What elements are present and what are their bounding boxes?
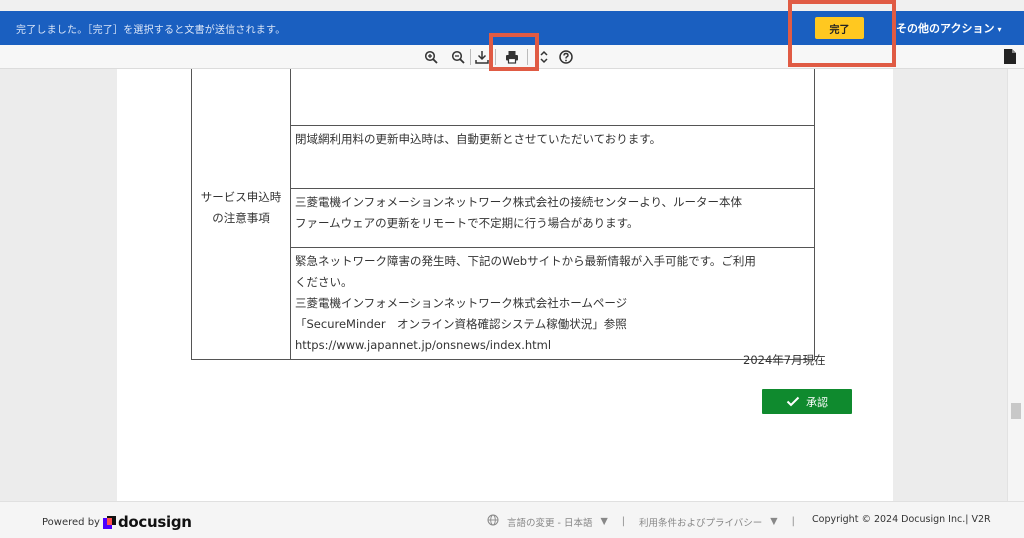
help-icon[interactable] (558, 49, 574, 65)
footer-separator: | (791, 516, 795, 527)
approve-label: 承認 (806, 395, 828, 409)
cell-text: 緊急ネットワーク障害の発生時、下記のWebサイトから最新情報が入手可能です。ご利… (295, 254, 756, 268)
cell-text: ファームウェアの更新をリモートで不定期に行う場合があります。 (295, 216, 639, 230)
table-cell: 三菱電機インフォメーションネットワーク株式会社の接続センターより、ルーター本体 … (290, 188, 815, 248)
cell-text: 三菱電機インフォメーションネットワーク株式会社の接続センターより、ルーター本体 (295, 195, 743, 209)
completion-message: 完了しました。［完了］を選択すると文書が送信されます。 (16, 25, 286, 36)
zoom-out-icon[interactable] (450, 49, 466, 65)
cell-text: https://www.japannet.jp/onsnews/index.ht… (295, 338, 552, 352)
footer: Powered by docusign 言語の変更 - 日本語 ▼ | 利用条件… (0, 501, 1024, 538)
document-viewer: サービス申込時の注意事項 閉域網利用料の更新申込時は、自動更新とさせていただいて… (0, 69, 1024, 501)
document-panel-icon[interactable] (1004, 49, 1016, 64)
section-label: サービス申込時の注意事項 (191, 69, 291, 360)
globe-icon (487, 514, 499, 529)
docusign-logo-icon (102, 516, 116, 529)
brand-name: docusign (117, 513, 192, 531)
footer-links: 言語の変更 - 日本語 ▼ | 利用条件およびプライバシー ▼ | (487, 514, 795, 529)
powered-by-label: Powered by (42, 516, 100, 528)
check-icon (786, 396, 800, 407)
table-cell-cut-off (290, 69, 815, 126)
chevron-down-icon: ▾ (997, 25, 1002, 34)
scroll-thumb[interactable] (1011, 403, 1021, 419)
powered-by: Powered by docusign (42, 513, 192, 531)
cell-text: 閉域網利用料の更新申込時は、自動更新とさせていただいております。 (295, 132, 662, 146)
footer-separator: | (621, 516, 625, 527)
highlight-box-finish (788, 0, 896, 67)
chevron-down-icon: ▼ (600, 516, 608, 527)
date-note: 2024年7月現在 (743, 353, 826, 367)
vertical-scrollbar[interactable] (1007, 69, 1024, 501)
cell-text: 三菱電機インフォメーションネットワーク株式会社ホームページ (295, 296, 628, 310)
document-page: サービス申込時の注意事項 閉域網利用料の更新申込時は、自動更新とさせていただいて… (117, 69, 893, 501)
cell-text: 「SecureMinder オンライン資格確認システム稼働状況」参照 (295, 317, 627, 331)
other-actions-menu[interactable]: その他のアクション ▾ (896, 20, 1001, 36)
table-cell: 閉域網利用料の更新申込時は、自動更新とさせていただいております。 (290, 125, 815, 189)
language-selector[interactable]: 言語の変更 - 日本語 (507, 515, 592, 529)
table-cell: 緊急ネットワーク障害の発生時、下記のWebサイトから最新情報が入手可能です。ご利… (290, 247, 815, 360)
download-icon[interactable] (474, 49, 490, 65)
zoom-in-icon[interactable] (423, 49, 439, 65)
table-row: サービス申込時の注意事項 (191, 69, 815, 360)
notes-table: サービス申込時の注意事項 閉域網利用料の更新申込時は、自動更新とさせていただいて… (191, 69, 815, 360)
approve-button[interactable]: 承認 (762, 389, 852, 414)
highlight-box-print (489, 33, 539, 71)
cell-text: ください。 (295, 275, 353, 289)
chevron-down-icon: ▼ (770, 516, 778, 527)
other-actions-label: その他のアクション (896, 22, 995, 35)
copyright: Copyright © 2024 Docusign Inc.| V2R (812, 514, 991, 525)
toolbar-divider (470, 49, 471, 65)
terms-link[interactable]: 利用条件およびプライバシー (639, 515, 762, 529)
